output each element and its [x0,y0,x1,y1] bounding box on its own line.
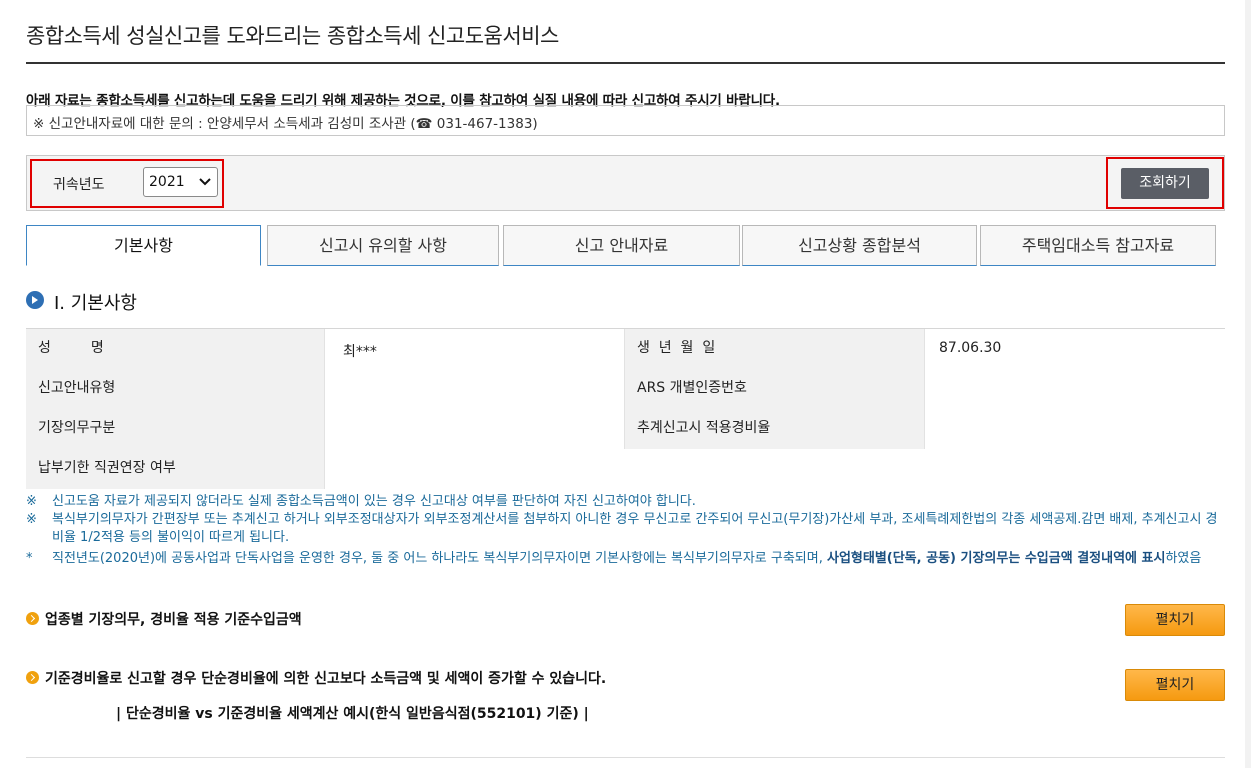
table-row: 기장의무구분 추계신고시 적용경비율 [26,409,1225,449]
name-label: 성 명 [26,329,324,369]
deadline-label: 납부기한 직권연장 여부 [26,449,324,489]
note-tail: 하였음 [1165,551,1202,566]
tab-filing-analysis[interactable]: 신고상황 종합분석 [742,225,977,266]
note-text: 복식부기의무자가 간편장부 또는 추계신고 하거나 외부조정대상자가 외부조정계… [52,512,1218,545]
ars-label: ARS 개별인증번호 [624,369,924,409]
ars-value [924,369,1225,409]
search-button[interactable]: 조회하기 [1121,168,1209,199]
sub-section-bookkeeping: 업종별 기장의무, 경비율 적용 기준수입금액 [26,609,302,629]
year-label: 귀속년도 [53,177,105,193]
birth-label: 생 년 월 일 [624,329,924,369]
note-item: ※ 복식부기의무자가 간편장부 또는 추계신고 하거나 외부조정대상자가 외부조… [26,511,1225,547]
bottom-divider [26,757,1225,758]
bookkeeping-value [324,409,624,449]
guide-type-label: 신고안내유형 [26,369,324,409]
scrollbar[interactable] [1245,0,1251,768]
estimated-rate-label: 추계신고시 적용경비율 [624,409,924,449]
expand-button[interactable]: 펼치기 [1125,604,1225,636]
tab-rental-income[interactable]: 주택임대소득 참고자료 [980,225,1216,266]
basic-info-table: 성 명 최*** 생 년 월 일 87.06.30 신고안내유형 ARS 개별인… [26,328,1225,489]
contact-text: ※ 신고안내자료에 대한 문의 : 안양세무서 소득세과 김성미 조사관 (☎ … [33,116,538,132]
sub-section-expense-rate: 기준경비율로 신고할 경우 단순경비율에 의한 신고보다 소득금액 및 세액이 … [26,668,606,688]
contact-box: ※ 신고안내자료에 대한 문의 : 안양세무서 소득세과 김성미 조사관 (☎ … [26,105,1225,136]
estimated-rate-value [924,409,1225,449]
tab-filing-cautions[interactable]: 신고시 유의할 사항 [267,225,499,266]
bookkeeping-label: 기장의무구분 [26,409,324,449]
title-divider [26,62,1225,64]
sub-section-title: 기준경비율로 신고할 경우 단순경비율에 의한 신고보다 소득금액 및 세액이 … [45,671,607,687]
birth-value: 87.06.30 [924,329,1225,369]
tab-bar: 기본사항 신고시 유의할 사항 신고 안내자료 신고상황 종합분석 주택임대소득… [26,225,1225,266]
arrow-right-icon [26,291,44,309]
name-value: 최*** [324,329,624,369]
filter-bar: 귀속년도 2021 조회하기 [26,155,1225,211]
section-title: Ⅰ. 기본사항 [54,293,137,314]
tab-filing-guide[interactable]: 신고 안내자료 [503,225,740,266]
chevron-down-icon [199,178,211,186]
tab-basic-info[interactable]: 기본사항 [26,225,261,266]
expand-button[interactable]: 펼치기 [1125,669,1225,701]
guide-type-value [324,369,624,409]
sub-section-title: 업종별 기장의무, 경비율 적용 기준수입금액 [45,612,302,628]
example-caption: | 단순경비율 vs 기준경비율 세액계산 예시(한식 일반음식점(552101… [116,706,589,722]
note-text: 직전년도(2020년)에 공동사업과 단독사업을 운영한 경우, 둘 중 어느 … [52,551,827,566]
year-select-value: 2021 [149,174,185,190]
note-item: * 직전년도(2020년)에 공동사업과 단독사업을 운영한 경우, 둘 중 어… [26,550,1225,568]
note-text: 신고도움 자료가 제공되지 않더라도 실제 종합소득금액이 있는 경우 신고대상… [52,494,696,509]
table-row: 납부기한 직권연장 여부 [26,449,1225,489]
note-mark: * [26,551,33,566]
deadline-value [324,449,1225,489]
note-mark: ※ [26,512,37,527]
chevron-right-icon [26,671,39,684]
notes: ※ 신고도움 자료가 제공되지 않더라도 실제 종합소득금액이 있는 경우 신고… [26,493,1225,568]
chevron-right-icon [26,612,39,625]
year-select[interactable]: 2021 [143,167,218,197]
table-row: 성 명 최*** 생 년 월 일 87.06.30 [26,329,1225,369]
note-item: ※ 신고도움 자료가 제공되지 않더라도 실제 종합소득금액이 있는 경우 신고… [26,493,1225,511]
note-mark: ※ [26,494,37,509]
note-emphasis: 사업형태별(단독, 공동) 기장의무는 수입금액 결정내역에 표시 [826,551,1166,566]
table-row: 신고안내유형 ARS 개별인증번호 [26,369,1225,409]
page-title: 종합소득세 성실신고를 도와드리는 종합소득세 신고도움서비스 [26,24,559,48]
